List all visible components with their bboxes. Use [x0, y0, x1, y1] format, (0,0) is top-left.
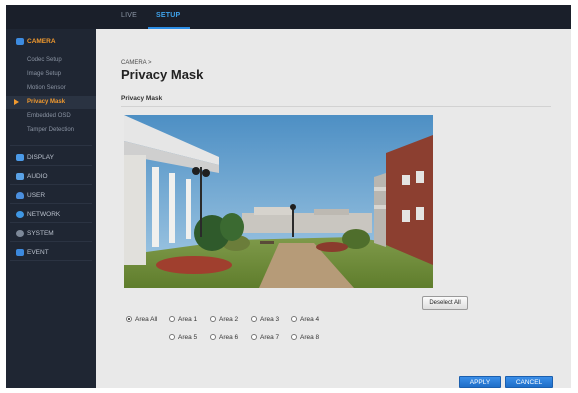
- divider: [10, 222, 92, 223]
- sidebar-item-label: Codec Setup: [27, 57, 62, 63]
- sidebar-item-label: SYSTEM: [27, 230, 54, 237]
- sidebar-item-label: NETWORK: [27, 211, 61, 218]
- radio-empty-icon: [169, 316, 175, 322]
- radio-label: Area 5: [178, 334, 198, 341]
- radio-label: Area 7: [260, 334, 280, 341]
- breadcrumb: CAMERA >: [121, 60, 152, 66]
- arrow-right-icon: [14, 99, 19, 105]
- camera-icon: [16, 38, 24, 45]
- sidebar-item-tamper-detection[interactable]: Tamper Detection: [6, 124, 96, 137]
- radio-label: Area 8: [300, 334, 320, 341]
- globe-icon: [16, 211, 24, 218]
- sidebar-item-label: AUDIO: [27, 173, 48, 180]
- monitor-icon: [16, 154, 24, 161]
- sidebar-item-label: USER: [27, 192, 46, 199]
- camera-scene-image: [124, 115, 433, 288]
- radio-area-7[interactable]: Area 7: [251, 334, 279, 344]
- divider: [10, 203, 92, 204]
- deselect-all-button[interactable]: Deselect All: [422, 296, 468, 310]
- sidebar-item-label: Image Setup: [27, 71, 62, 77]
- cancel-button[interactable]: CANCEL: [505, 376, 553, 388]
- radio-area-all[interactable]: Area All: [126, 316, 157, 326]
- radio-area-3[interactable]: Area 3: [251, 316, 279, 326]
- tab-setup[interactable]: SETUP: [156, 12, 180, 19]
- radio-label: Area 6: [219, 334, 239, 341]
- sidebar-item-label: Embedded OSD: [27, 113, 71, 119]
- radio-area-2[interactable]: Area 2: [210, 316, 238, 326]
- radio-empty-icon: [210, 316, 216, 322]
- radio-area-6[interactable]: Area 6: [210, 334, 238, 344]
- sidebar-item-camera[interactable]: CAMERA: [6, 32, 96, 51]
- sidebar-item-image-setup[interactable]: Image Setup: [6, 68, 96, 81]
- speaker-icon: [16, 173, 24, 180]
- divider: [10, 184, 92, 185]
- page-title: Privacy Mask: [121, 67, 204, 82]
- sidebar-item-embedded-osd[interactable]: Embedded OSD: [6, 110, 96, 123]
- sidebar-item-codec-setup[interactable]: Codec Setup: [6, 54, 96, 67]
- divider: [10, 241, 92, 242]
- divider: [10, 165, 92, 166]
- radio-area-1[interactable]: Area 1: [169, 316, 197, 326]
- sidebar-item-label: DISPLAY: [27, 154, 54, 161]
- gear-icon: [16, 230, 24, 237]
- main-content: CAMERA > Privacy Mask Privacy Mask Desel…: [96, 29, 571, 388]
- divider: [10, 145, 92, 146]
- radio-empty-icon: [251, 334, 257, 340]
- top-nav-bar: LIVE SETUP: [6, 5, 571, 29]
- radio-label: Area 2: [219, 316, 239, 323]
- app-window: LIVE SETUP CAMERA Codec Setup Image Setu…: [6, 5, 571, 388]
- apply-button[interactable]: APPLY: [459, 376, 501, 388]
- sidebar-item-label: Privacy Mask: [27, 99, 66, 105]
- tab-live[interactable]: LIVE: [121, 12, 137, 19]
- radio-area-5[interactable]: Area 5: [169, 334, 197, 344]
- divider: [121, 106, 551, 107]
- bell-icon: [16, 249, 24, 256]
- radio-empty-icon: [251, 316, 257, 322]
- divider: [10, 260, 92, 261]
- sidebar-item-label: Tamper Detection: [27, 127, 75, 133]
- user-icon: [16, 192, 24, 199]
- sidebar-item-privacy-mask[interactable]: Privacy Mask: [6, 96, 96, 109]
- radio-label: Area All: [135, 316, 158, 323]
- sidebar-item-motion-sensor[interactable]: Motion Sensor: [6, 82, 96, 95]
- radio-empty-icon: [169, 334, 175, 340]
- sidebar-item-label: EVENT: [27, 249, 49, 256]
- radio-empty-icon: [291, 334, 297, 340]
- radio-label: Area 4: [300, 316, 320, 323]
- sidebar: CAMERA Codec Setup Image Setup Motion Se…: [6, 29, 96, 388]
- sidebar-item-label: Motion Sensor: [27, 85, 66, 91]
- section-title: Privacy Mask: [121, 95, 163, 102]
- video-preview[interactable]: [124, 115, 433, 288]
- radio-label: Area 3: [260, 316, 280, 323]
- radio-empty-icon: [210, 334, 216, 340]
- radio-area-8[interactable]: Area 8: [291, 334, 319, 344]
- radio-empty-icon: [291, 316, 297, 322]
- radio-selected-icon: [126, 316, 132, 322]
- radio-area-4[interactable]: Area 4: [291, 316, 319, 326]
- radio-label: Area 1: [178, 316, 198, 323]
- sidebar-item-label: CAMERA: [27, 38, 56, 45]
